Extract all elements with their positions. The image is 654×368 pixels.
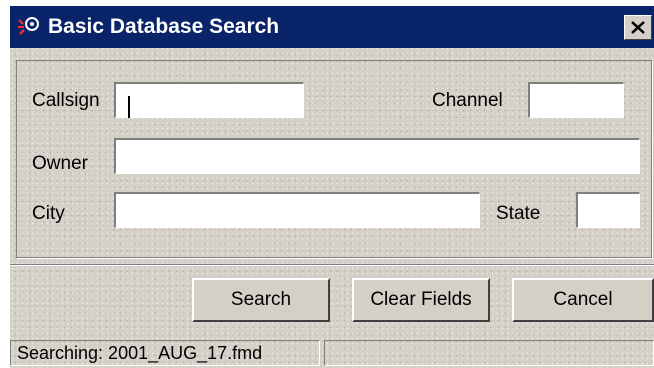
state-field[interactable] [576, 192, 640, 228]
title-bar[interactable]: Basic Database Search [10, 6, 654, 48]
channel-field[interactable] [528, 82, 624, 118]
status-pane-secondary [324, 340, 654, 366]
clear-fields-button[interactable]: Clear Fields [352, 278, 490, 322]
city-label: City [32, 203, 65, 224]
separator [10, 264, 654, 266]
cancel-button[interactable]: Cancel [512, 278, 654, 322]
window-title: Basic Database Search [48, 15, 280, 38]
status-text: Searching: 2001_AUG_17.fmd [10, 340, 320, 366]
owner-label: Owner [32, 153, 88, 174]
search-dialog: Basic Database Search Callsign Channel O… [10, 6, 654, 368]
state-label: State [496, 203, 541, 224]
status-bar: Searching: 2001_AUG_17.fmd [10, 332, 654, 368]
callsign-label: Callsign [32, 90, 100, 111]
text-caret [128, 96, 130, 118]
channel-label: Channel [432, 90, 503, 111]
close-icon [631, 21, 645, 34]
close-button[interactable] [624, 15, 652, 40]
city-field[interactable] [114, 192, 480, 228]
owner-field[interactable] [114, 138, 640, 174]
app-icon[interactable] [16, 14, 42, 38]
search-button[interactable]: Search [192, 278, 330, 322]
callsign-field[interactable] [114, 82, 304, 118]
